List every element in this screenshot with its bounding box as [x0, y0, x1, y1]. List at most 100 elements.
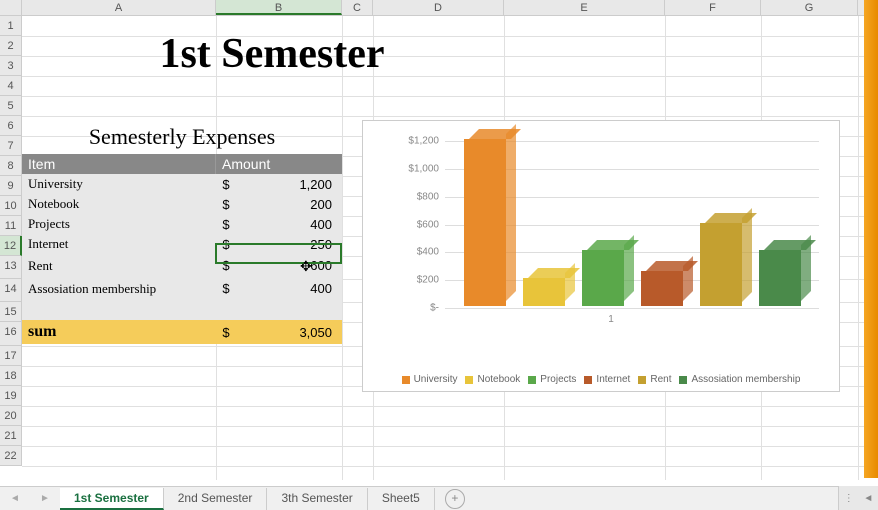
row-header-11[interactable]: 11	[0, 216, 22, 236]
chart-gridline	[445, 308, 819, 309]
y-tick: $200	[417, 275, 439, 286]
row-header-19[interactable]: 19	[0, 386, 22, 406]
y-tick: $800	[417, 191, 439, 202]
y-tick: $1,000	[408, 163, 439, 174]
legend-label: University	[414, 374, 458, 385]
col-header-F[interactable]: F	[665, 0, 761, 15]
table-header: Item Amount	[22, 154, 342, 174]
legend-item[interactable]: Assosiation membership	[679, 374, 800, 385]
table-row[interactable]: Notebook$200	[22, 194, 342, 214]
sheet-tab[interactable]: 2nd Semester	[164, 488, 268, 510]
row-header-20[interactable]: 20	[0, 406, 22, 426]
sheet-tab[interactable]: Sheet5	[368, 488, 435, 510]
row-headers: 12345678910111213141516171819202122	[0, 16, 22, 466]
cell-amount: 400	[236, 281, 342, 296]
row-header-8[interactable]: 8	[0, 156, 22, 176]
row-header-1[interactable]: 1	[0, 16, 22, 36]
expense-table: Semesterly Expenses Item Amount Universi…	[22, 120, 342, 344]
table-row[interactable]: University$1,200	[22, 174, 342, 194]
row-header-13[interactable]: 13	[0, 256, 22, 279]
legend-item[interactable]: Rent	[638, 374, 671, 385]
empty-row[interactable]	[22, 300, 342, 320]
row-header-12[interactable]: 12	[0, 236, 22, 256]
col-header-G[interactable]: G	[761, 0, 858, 15]
bar-assosiation-membership[interactable]	[759, 250, 801, 306]
row-header-3[interactable]: 3	[0, 56, 22, 76]
row-header-21[interactable]: 21	[0, 426, 22, 446]
expense-chart[interactable]: $- $200 $400 $600 $800 $1,000 $1,200 1 Univers…	[362, 120, 840, 392]
row-header-18[interactable]: 18	[0, 366, 22, 386]
y-tick: $1,200	[408, 136, 439, 147]
sum-currency: $	[216, 325, 236, 340]
y-tick: $-	[430, 303, 439, 314]
cell-currency: $	[216, 177, 236, 192]
legend-label: Rent	[650, 374, 671, 385]
sum-row[interactable]: sum $ 3,050	[22, 320, 342, 344]
row-header-17[interactable]: 17	[0, 346, 22, 366]
sheet-tab[interactable]: 1st Semester	[60, 488, 164, 510]
row-header-15[interactable]: 15	[0, 302, 22, 322]
legend-label: Internet	[596, 374, 630, 385]
header-amount[interactable]: Amount	[216, 154, 342, 174]
page-title: 1st Semester	[22, 30, 522, 78]
legend-item[interactable]: University	[402, 374, 458, 385]
bar-rent[interactable]	[700, 223, 742, 307]
legend-item[interactable]: Internet	[584, 374, 630, 385]
sheet-tab[interactable]: 3th Semester	[267, 488, 367, 510]
row-header-7[interactable]: 7	[0, 136, 22, 156]
column-headers: A B C D E F G	[0, 0, 878, 16]
legend-swatch	[679, 376, 687, 384]
cell-selection[interactable]	[215, 243, 342, 264]
cell-currency: $	[216, 281, 236, 296]
legend-item[interactable]: Notebook	[465, 374, 520, 385]
row-header-22[interactable]: 22	[0, 446, 22, 466]
cell-amount: 200	[236, 197, 342, 212]
add-sheet-button[interactable]: +	[445, 489, 465, 509]
hscroll-menu-icon[interactable]: ⋮	[844, 493, 854, 504]
legend-item[interactable]: Projects	[528, 374, 576, 385]
row-header-10[interactable]: 10	[0, 196, 22, 216]
legend-swatch	[402, 376, 410, 384]
legend-swatch	[584, 376, 592, 384]
row-header-14[interactable]: 14	[0, 279, 22, 302]
cell-amount: 400	[236, 217, 342, 232]
nav-next-icon[interactable]: ►	[40, 493, 50, 504]
legend-swatch	[638, 376, 646, 384]
col-header-C[interactable]: C	[342, 0, 373, 15]
legend-label: Assosiation membership	[691, 374, 800, 385]
table-row[interactable]: Assosiation membership$400	[22, 277, 342, 300]
row-header-16[interactable]: 16	[0, 322, 22, 346]
hscroll[interactable]: ⋮ ◄	[838, 486, 878, 510]
row-header-5[interactable]: 5	[0, 96, 22, 116]
legend-swatch	[528, 376, 536, 384]
cell-amount: 1,200	[236, 177, 342, 192]
legend-label: Notebook	[477, 374, 520, 385]
row-header-4[interactable]: 4	[0, 76, 22, 96]
row-header-9[interactable]: 9	[0, 176, 22, 196]
row-header-6[interactable]: 6	[0, 116, 22, 136]
cell-currency: $	[216, 217, 236, 232]
hscroll-left-icon[interactable]: ◄	[863, 493, 873, 504]
table-title: Semesterly Expenses	[22, 120, 342, 154]
cell-item: Internet	[22, 236, 216, 252]
col-header-B[interactable]: B	[216, 0, 342, 15]
cell-item: Assosiation membership	[22, 281, 216, 297]
bar-internet[interactable]	[641, 271, 683, 306]
table-row[interactable]: Projects$400	[22, 214, 342, 234]
bar-notebook[interactable]	[523, 278, 565, 306]
bar-university[interactable]	[464, 139, 506, 306]
nav-prev-icon[interactable]: ◄	[10, 493, 20, 504]
chart-legend: University Notebook Projects Internet Rent As…	[373, 374, 829, 385]
cell-item: Projects	[22, 216, 216, 232]
select-all-corner[interactable]	[0, 0, 22, 15]
col-header-A[interactable]: A	[22, 0, 216, 15]
bar-projects[interactable]	[582, 250, 624, 306]
x-axis-label: 1	[393, 314, 829, 325]
y-tick: $600	[417, 219, 439, 230]
y-tick: $400	[417, 247, 439, 258]
col-header-E[interactable]: E	[504, 0, 665, 15]
col-header-D[interactable]: D	[373, 0, 504, 15]
row-header-2[interactable]: 2	[0, 36, 22, 56]
sheet-nav-arrows[interactable]: ◄ ►	[0, 493, 60, 504]
header-item[interactable]: Item	[22, 154, 216, 174]
